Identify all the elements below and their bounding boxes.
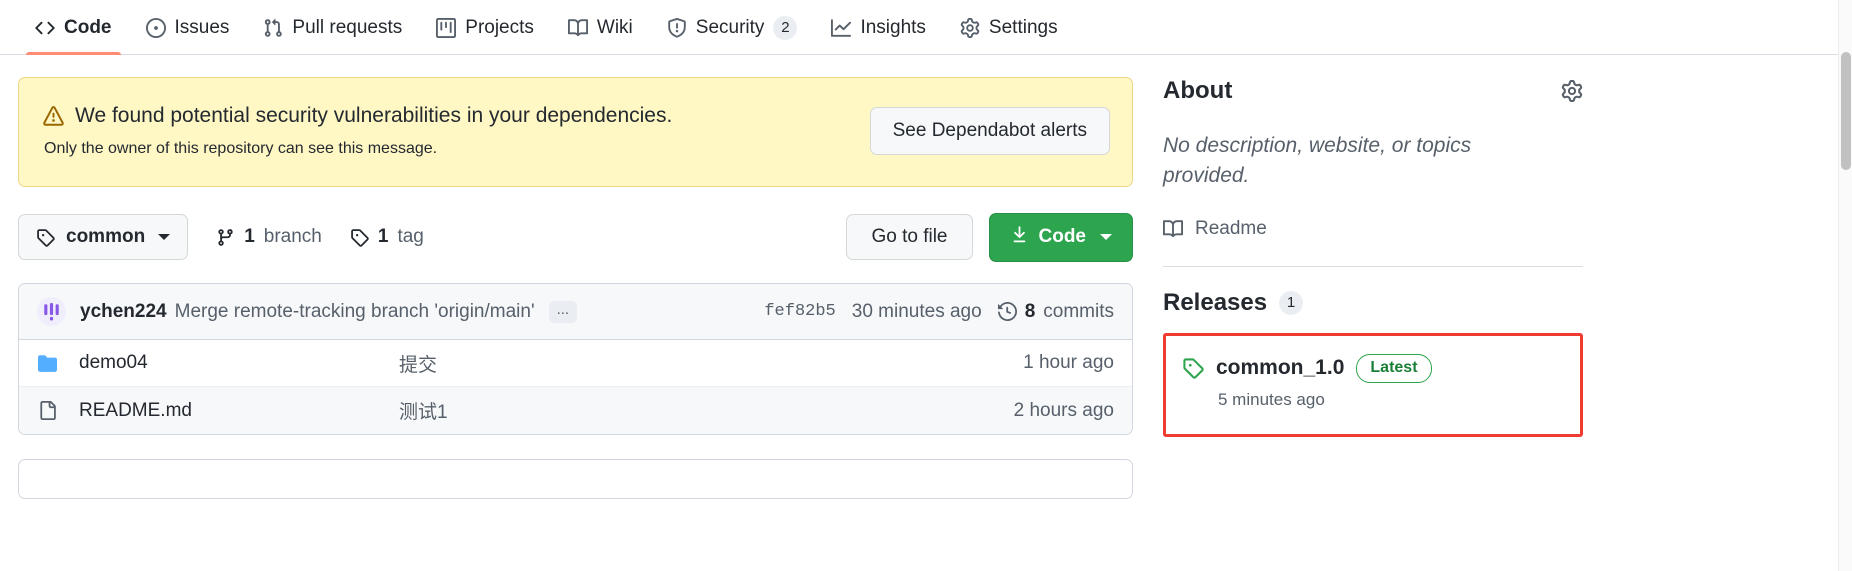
book-icon — [567, 18, 588, 38]
latest-badge: Latest — [1356, 353, 1432, 383]
file-name[interactable]: README.md — [79, 400, 399, 422]
branch-name-label: common — [66, 226, 146, 247]
shield-icon — [667, 17, 687, 38]
tab-label: Pull requests — [292, 16, 403, 38]
tab-label: Wiki — [596, 16, 633, 38]
alert-title-text: We found potential security vulnerabilit… — [75, 104, 673, 127]
download-icon — [1010, 225, 1029, 250]
sidebar-divider — [1163, 265, 1583, 267]
tab-security[interactable]: Security 2 — [650, 0, 815, 55]
releases-title[interactable]: Releases — [1163, 289, 1267, 317]
tab-label: Projects — [465, 16, 534, 38]
commit-meta-group: fef82b5 30 minutes ago 8 commits — [764, 301, 1114, 323]
see-dependabot-alerts-button[interactable]: See Dependabot alerts — [869, 107, 1110, 155]
file-name[interactable]: demo04 — [79, 352, 399, 374]
tab-label: Security — [695, 16, 765, 38]
tab-code[interactable]: Code — [18, 0, 129, 55]
commit-message[interactable]: Merge remote-tracking branch 'origin/mai… — [175, 301, 535, 323]
tab-pull-requests[interactable]: Pull requests — [246, 0, 419, 55]
about-header: About — [1163, 77, 1583, 105]
tag-icon — [1182, 357, 1204, 379]
folder-icon — [37, 354, 57, 373]
page-scrollbar[interactable] — [1838, 0, 1852, 571]
code-download-button[interactable]: Code — [988, 212, 1133, 262]
chevron-down-icon — [1100, 234, 1112, 240]
tag-icon — [350, 228, 369, 247]
readme-link-label: Readme — [1195, 217, 1267, 239]
commit-sha[interactable]: fef82b5 — [764, 302, 835, 321]
security-alert-count: 2 — [773, 15, 798, 40]
graph-icon — [831, 18, 852, 38]
repo-navigation: Code Issues Pull requests Projects Wiki — [0, 0, 1852, 55]
expand-commit-message-button[interactable]: ... — [548, 300, 578, 323]
file-commit-message[interactable]: 测试1 — [399, 397, 1014, 424]
dependabot-alert-banner: We found potential security vulnerabilit… — [18, 77, 1133, 187]
latest-commit-row: ychen224 Merge remote-tracking branch 'o… — [19, 284, 1132, 340]
commit-history-link[interactable]: 8 commits — [997, 300, 1114, 323]
alert-title-row: We found potential security vulnerabilit… — [43, 104, 672, 128]
gear-icon — [960, 17, 980, 38]
commits-word: commits — [1043, 300, 1114, 322]
tab-label: Settings — [988, 16, 1058, 38]
release-highlight-box: common_1.0 Latest 5 minutes ago — [1163, 332, 1583, 437]
about-title: About — [1163, 77, 1233, 104]
branch-toolbar: common 1 branch 1 tag Go to file Code — [18, 212, 1133, 262]
releases-count: 1 — [1279, 290, 1304, 315]
scrollbar-thumb[interactable] — [1841, 52, 1851, 170]
releases-header: Releases 1 — [1163, 289, 1583, 317]
tab-label: Insights — [860, 16, 926, 38]
tab-insights[interactable]: Insights — [814, 0, 942, 55]
readme-link[interactable]: Readme — [1163, 218, 1583, 240]
commit-time: 30 minutes ago — [851, 300, 982, 322]
branch-word: branch — [263, 226, 322, 247]
go-to-file-button[interactable]: Go to file — [846, 214, 973, 260]
branch-selector-button[interactable]: common — [18, 214, 189, 260]
tag-icon — [36, 228, 55, 247]
tab-wiki[interactable]: Wiki — [551, 0, 650, 55]
chevron-down-icon — [158, 234, 171, 240]
sidebar: About No description, website, or topics… — [1163, 55, 1583, 499]
main-column: We found potential security vulnerabilit… — [18, 55, 1133, 499]
tab-label: Code — [64, 16, 112, 38]
issue-icon — [145, 17, 166, 38]
tab-projects[interactable]: Projects — [419, 0, 551, 55]
book-icon — [1163, 219, 1183, 239]
about-settings-gear-icon[interactable] — [1561, 80, 1583, 102]
repo-body: We found potential security vulnerabilit… — [0, 55, 1852, 499]
branch-icon — [216, 228, 235, 247]
readme-panel — [18, 459, 1133, 499]
tag-count: 1 — [377, 226, 389, 247]
project-icon — [436, 17, 457, 38]
about-description: No description, website, or topics provi… — [1163, 134, 1472, 188]
release-name[interactable]: common_1.0 — [1216, 356, 1344, 380]
table-row[interactable]: demo04 提交 1 hour ago — [19, 340, 1132, 387]
pr-icon — [263, 18, 283, 38]
github-repo-page: Code Issues Pull requests Projects Wiki — [0, 0, 1852, 571]
release-time: 5 minutes ago — [1218, 389, 1325, 409]
file-list-table: ychen224 Merge remote-tracking branch 'o… — [18, 283, 1133, 435]
file-age: 2 hours ago — [1013, 399, 1114, 421]
table-row[interactable]: README.md 测试1 2 hours ago — [19, 387, 1132, 434]
commits-count: 8 — [1024, 300, 1036, 322]
commit-author[interactable]: ychen224 — [80, 301, 167, 323]
avatar — [37, 297, 66, 326]
release-item[interactable]: common_1.0 Latest — [1182, 353, 1564, 383]
tab-issues[interactable]: Issues — [129, 0, 247, 55]
file-icon — [37, 401, 57, 420]
history-icon — [997, 302, 1017, 321]
code-icon — [35, 18, 55, 38]
branch-count-link[interactable]: 1 branch — [216, 226, 322, 248]
tab-settings[interactable]: Settings — [943, 0, 1075, 55]
code-button-label: Code — [1038, 226, 1087, 247]
alert-text-group: We found potential security vulnerabilit… — [41, 104, 672, 158]
tab-label: Issues — [174, 16, 230, 38]
branch-count: 1 — [244, 226, 255, 247]
tag-count-link[interactable]: 1 tag — [350, 226, 424, 248]
tag-word: tag — [397, 226, 424, 247]
alert-subtitle: Only the owner of this repository can se… — [44, 140, 438, 157]
warning-icon — [43, 105, 64, 127]
file-age: 1 hour ago — [1023, 352, 1114, 373]
file-commit-message[interactable]: 提交 — [399, 350, 1023, 377]
